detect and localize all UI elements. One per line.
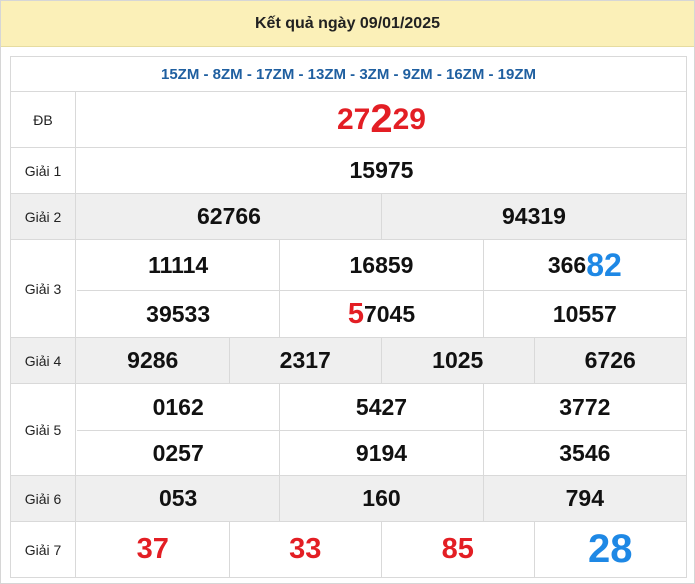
results-panel: Kết quả ngày 09/01/2025 15ZM - 8ZM - 17Z…	[0, 0, 695, 584]
prize-3-number: 16859	[280, 240, 484, 290]
prize-3-number: 5 7045	[280, 291, 484, 338]
prize-2-number: 94319	[502, 203, 566, 229]
prize-label-1: Giải 1	[11, 148, 76, 193]
prize-5-number: 0162	[77, 384, 281, 430]
prize-6-number: 053	[77, 476, 281, 521]
prize-codes: 15ZM - 8ZM - 17ZM - 13ZM - 3ZM - 9ZM - 1…	[10, 56, 687, 91]
prize-3-highlight: 82	[586, 247, 622, 283]
prize-7-number: 85	[382, 522, 535, 577]
prize-6-number: 794	[565, 485, 604, 511]
prize-row-4: Giải 4 9286 2317 1025 6726	[10, 337, 687, 383]
prize-3-number: 366 82	[484, 240, 686, 290]
prize-label-5: Giải 5	[11, 384, 76, 475]
prize-label-7: Giải 7	[11, 522, 76, 577]
prize-5-number: 3546	[559, 439, 611, 466]
prize-row-3: Giải 3 11114 16859 366 82 39533 5 7045 105…	[10, 239, 687, 338]
prize-label-2: Giải 2	[11, 194, 76, 239]
prize-7-number: 33	[230, 522, 382, 577]
prize-row-7: Giải 7 37 33 85 28	[10, 521, 687, 578]
prize-5-number: 3772	[559, 393, 611, 420]
prize-5-number: 5427	[280, 384, 484, 430]
prize-3-number: 11114	[77, 240, 281, 290]
db-suffix: 29	[392, 102, 426, 136]
prize-3-prefix: 366	[547, 251, 587, 278]
prize-label-3: Giải 3	[11, 240, 76, 337]
prize-7-number: 37	[77, 522, 230, 577]
db-prefix: 27	[337, 102, 371, 136]
prize-2-number: 62766	[77, 194, 382, 239]
prize-3-highlight: 5	[347, 298, 364, 330]
prize-row-5: Giải 5 0162 5427 3772 0257 9194 3546	[10, 383, 687, 475]
prize-4-number: 2317	[230, 338, 382, 383]
prize-1-number: 15975	[349, 157, 414, 183]
prize-row-2: Giải 2 62766 94319	[10, 193, 687, 239]
prize-4-number: 9286	[77, 338, 230, 383]
special-prize-number: 27 2 29	[77, 92, 686, 147]
prize-5-number: 9194	[280, 431, 484, 475]
prize-row-db: ĐB 27 2 29	[10, 91, 687, 147]
results-title: Kết quả ngày 09/01/2025	[1, 1, 694, 47]
prize-row-1: Giải 1 15975	[10, 147, 687, 193]
prize-label-4: Giải 4	[11, 338, 76, 383]
prize-3-number: 10557	[552, 301, 617, 327]
prize-6-number: 160	[280, 476, 484, 521]
prize-4-number: 6726	[584, 347, 636, 373]
prize-label-6: Giải 6	[11, 476, 76, 521]
prize-5-number: 0257	[77, 431, 281, 475]
prize-3-suffix: 7045	[363, 301, 416, 327]
prize-row-6: Giải 6 053 160 794	[10, 475, 687, 521]
prize-4-number: 1025	[382, 338, 535, 383]
prize-3-number: 39533	[77, 291, 281, 338]
db-highlight: 2	[370, 97, 393, 141]
prize-label-db: ĐB	[11, 92, 76, 147]
prize-7-highlight-number: 28	[588, 527, 633, 571]
